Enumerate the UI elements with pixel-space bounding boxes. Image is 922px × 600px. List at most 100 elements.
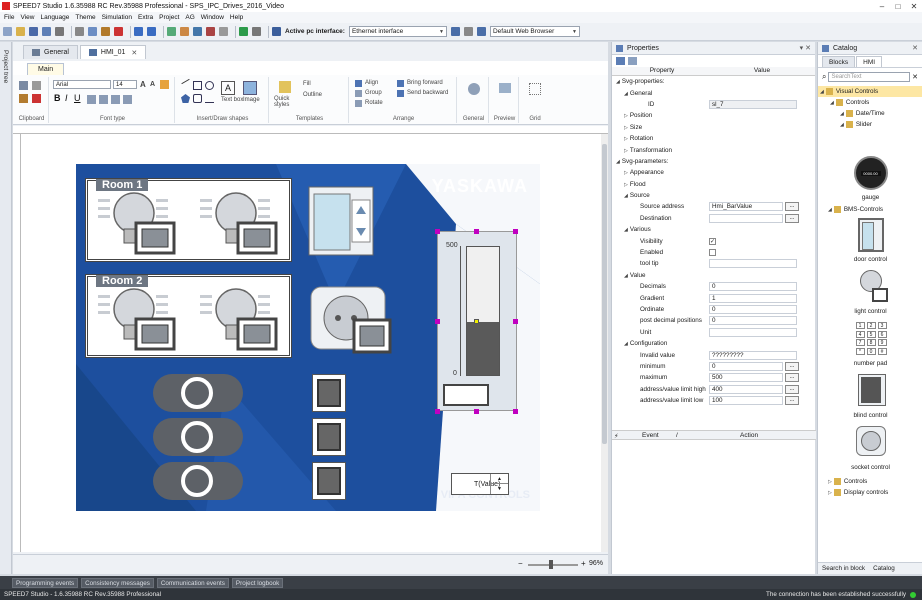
interface-select[interactable]: Ethernet interface ▼ <box>348 26 447 37</box>
grow-font-icon[interactable]: A <box>140 80 146 89</box>
property-value-field[interactable]: 400 <box>709 384 783 394</box>
text-box-icon[interactable]: A <box>221 81 235 95</box>
catalog-item-blind-control[interactable]: blind control <box>818 374 922 419</box>
tab-hmi-01[interactable]: HMI_01 ✕ <box>79 45 147 59</box>
property-row[interactable]: Unit <box>612 327 815 338</box>
vertical-scrollbar[interactable] <box>601 134 608 552</box>
catalog-item-gauge[interactable]: 0000.00 gauge <box>818 156 922 201</box>
transfer-icon[interactable] <box>180 27 189 36</box>
tab-blocks[interactable]: Blocks <box>822 56 856 67</box>
preview-icon[interactable] <box>499 83 511 93</box>
outline-button[interactable]: Outline <box>303 92 322 98</box>
catalog-tree-item[interactable]: ◢ Date/Time <box>818 108 922 119</box>
tree-bms-controls[interactable]: ◢ BMS-Controls <box>828 204 883 215</box>
property-row[interactable]: tool tip <box>612 258 815 269</box>
tab-consistency-messages[interactable]: Consistency messages <box>81 577 154 588</box>
property-row[interactable]: address/value limit low 100... <box>612 395 815 406</box>
tab-general[interactable]: General <box>23 45 78 59</box>
tab-programming-events[interactable]: Programming events <box>12 577 79 588</box>
catalog-item-door-control[interactable]: door control <box>818 218 922 263</box>
property-value-field[interactable]: sl_7 <box>709 99 797 109</box>
catalog-search-input[interactable]: SearchText <box>828 72 911 82</box>
property-row[interactable]: ▷ Position <box>612 110 815 121</box>
menu-help[interactable]: Help <box>230 14 243 21</box>
socket-control[interactable] <box>310 286 392 354</box>
property-row[interactable]: ▷ Rotation <box>612 133 815 144</box>
selection-handle[interactable] <box>513 319 518 324</box>
property-row[interactable]: ◢ Svg-parameters: <box>612 156 815 167</box>
undo-icon[interactable] <box>134 27 143 36</box>
search-in-block-tab[interactable]: Search in block <box>822 565 865 572</box>
quick-styles-label[interactable]: Quick styles <box>274 96 298 108</box>
browse-button[interactable]: ... <box>785 373 799 383</box>
property-row[interactable]: Visibility ✓ <box>612 235 815 246</box>
line-icon[interactable] <box>181 78 190 85</box>
selection-handle[interactable] <box>474 409 479 414</box>
property-value-field[interactable]: 0 <box>709 305 797 314</box>
property-value-field[interactable]: 100 <box>709 396 783 406</box>
property-row[interactable]: ◢ Configuration <box>612 338 815 349</box>
catalog-item-light-control[interactable]: light control <box>818 270 922 315</box>
light-control-icon[interactable] <box>96 191 180 255</box>
menu-file[interactable]: File <box>4 14 14 21</box>
browse-button[interactable]: ... <box>785 213 799 223</box>
menu-view[interactable]: View <box>20 14 34 21</box>
browse-button[interactable]: ... <box>785 361 799 371</box>
selection-handle[interactable] <box>435 229 440 234</box>
accessible-nodes-icon[interactable] <box>476 27 486 36</box>
menu-extra[interactable]: Extra <box>138 14 153 21</box>
rotate-button[interactable]: Rotate <box>365 100 383 106</box>
settings-icon[interactable] <box>252 27 261 36</box>
tree-controls[interactable]: ▷ Controls <box>828 476 867 487</box>
menu-project[interactable]: Project <box>159 14 179 21</box>
expand-icon[interactable]: ◢ <box>624 341 628 347</box>
property-checkbox[interactable]: ✓ <box>709 237 716 245</box>
close-button[interactable]: ✕ <box>906 2 922 11</box>
browse-button[interactable]: ... <box>785 202 799 212</box>
expand-icon[interactable]: ▷ <box>624 113 628 119</box>
redo-icon[interactable] <box>147 27 156 36</box>
light-control-icon[interactable] <box>198 191 282 255</box>
paste-icon[interactable] <box>101 27 110 36</box>
bring-forward-button[interactable]: Bring forward <box>407 80 443 86</box>
indicator-button[interactable] <box>312 418 346 456</box>
browse-button[interactable]: ... <box>785 384 799 394</box>
group-button[interactable]: Group <box>365 90 382 96</box>
menu-theme[interactable]: Theme <box>75 14 95 21</box>
save-icon[interactable] <box>29 27 38 36</box>
expand-icon[interactable]: ◢ <box>624 227 628 233</box>
property-row[interactable]: minimum 0... <box>612 361 815 372</box>
property-value-field[interactable]: 0 <box>709 361 783 371</box>
gauge-value-box[interactable] <box>443 384 489 406</box>
toggle-switch[interactable] <box>153 418 243 456</box>
rounded-rect-icon[interactable] <box>193 94 202 103</box>
polygon-icon[interactable] <box>181 94 190 103</box>
expand-icon[interactable]: ▷ <box>624 125 628 131</box>
hmi-canvas[interactable]: YASKAWA VIPA CONTROLS Room 1 Room 2 500 … <box>21 134 601 552</box>
menu-ag[interactable]: AG <box>185 14 194 21</box>
grid-icon[interactable] <box>529 83 541 95</box>
italic-button[interactable]: I <box>65 93 68 103</box>
clear-format-icon[interactable] <box>160 80 169 89</box>
paste-icon[interactable] <box>19 94 28 103</box>
zoom-in-button[interactable]: + <box>581 559 586 568</box>
browse-button[interactable]: ... <box>785 396 799 406</box>
general-settings-icon[interactable] <box>468 83 480 95</box>
selection-handle[interactable] <box>474 229 479 234</box>
property-row[interactable]: ▷ Flood <box>612 179 815 190</box>
selection-handle[interactable] <box>435 409 440 414</box>
menu-simulation[interactable]: Simulation <box>102 14 132 21</box>
tvalue-spinbox[interactable]: T(Value) ▲ ▼ <box>451 473 509 495</box>
property-value-field[interactable] <box>709 213 783 223</box>
zoom-out-button[interactable]: − <box>518 559 523 568</box>
selection-handle[interactable] <box>435 319 440 324</box>
expand-icon[interactable]: ◢ <box>624 193 628 199</box>
indicator-button[interactable] <box>312 374 346 412</box>
expand-icon[interactable]: ▷ <box>624 136 628 142</box>
clear-search-icon[interactable]: ✕ <box>912 73 918 81</box>
expand-icon[interactable]: ◢ <box>840 122 844 128</box>
spin-down-icon[interactable]: ▼ <box>491 484 508 494</box>
path-icon[interactable] <box>205 94 214 103</box>
categorized-icon[interactable] <box>616 57 625 65</box>
align-button[interactable]: Align <box>365 80 378 86</box>
